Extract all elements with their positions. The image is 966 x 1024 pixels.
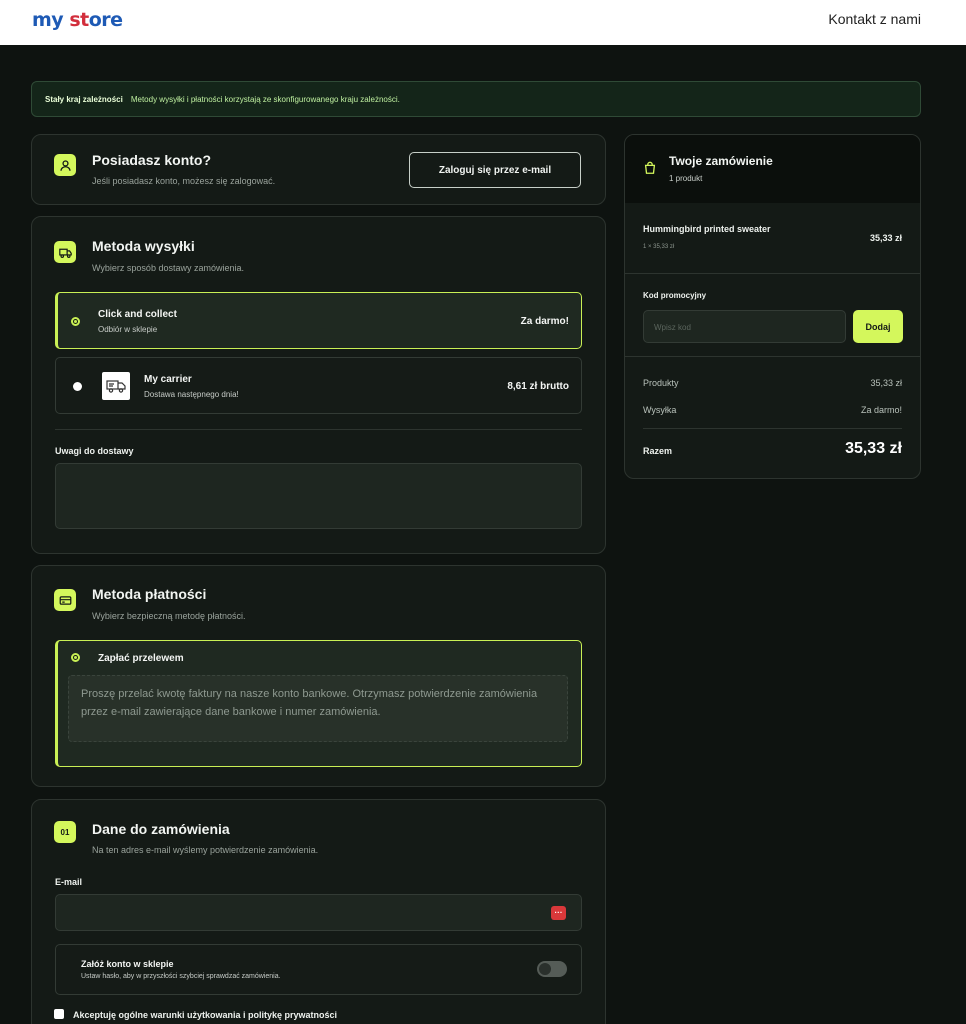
logo-part-3: ore [88, 9, 123, 31]
shipping-option-desc: Dostawa następnego dnia! [144, 390, 239, 399]
notice-title: Stały kraj zależności [45, 94, 123, 104]
logo-part-2: st [69, 9, 89, 31]
product-qty: 1 × 35,33 zł [643, 244, 675, 250]
payment-radio-transfer[interactable] [71, 653, 80, 662]
shipping-title: Metoda wysyłki [92, 238, 195, 254]
shipping-option-click-collect[interactable]: Click and collect Odbiór w sklepie Za da… [55, 292, 582, 349]
shipping-option-price: Za darmo! [520, 316, 569, 327]
shipping-option-name: Click and collect [98, 309, 177, 320]
account-title: Posiadasz konto? [92, 152, 212, 168]
product-price: 35,33 zł [869, 233, 902, 243]
shipping-option-my-carrier[interactable]: My carrier Dostawa następnego dnia! 8,61… [55, 357, 582, 414]
promo-add-button[interactable]: Dodaj [853, 310, 903, 343]
shipping-label: Wysyłka [643, 405, 677, 415]
account-subtitle: Jeśli posiadasz konto, możesz się zalogo… [92, 176, 276, 186]
summary-header: Twoje zamówienie 1 produkt [625, 135, 920, 203]
shopping-bag-icon [643, 161, 657, 175]
login-email-button[interactable]: Zaloguj się przez e-mail [409, 152, 581, 188]
shipping-option-price: 8,61 zł brutto [507, 381, 569, 392]
terms-checkbox[interactable] [54, 1009, 64, 1019]
payment-instructions: Proszę przelać kwotę faktury na nasze ko… [68, 675, 568, 742]
carrier-truck-icon [102, 372, 130, 400]
password-manager-icon[interactable]: ··· [551, 906, 566, 920]
create-account-box: Załóż konto w sklepie Ustaw hasło, aby w… [55, 944, 582, 995]
products-value: 35,33 zł [870, 378, 902, 388]
shipping-radio-my-carrier[interactable] [73, 382, 82, 391]
total-divider [643, 428, 902, 429]
delivery-notes-textarea[interactable] [55, 463, 582, 529]
shipping-value: Za darmo! [860, 405, 902, 415]
payment-option-name: Zapłać przelewem [98, 653, 184, 664]
total-value: 35,33 zł [845, 440, 902, 457]
country-notice: Stały kraj zależności Metody wysyłki i p… [31, 81, 921, 117]
order-details-subtitle: Na ten adres e-mail wyślemy potwierdzeni… [92, 845, 319, 855]
total-label: Razem [643, 446, 673, 456]
shipping-subtitle: Wybierz sposób dostawy zamówienia. [92, 263, 244, 273]
order-details-card: 01 Dane do zamówienia Na ten adres e-mai… [31, 799, 606, 1024]
promo-code-input[interactable]: Wpisz kod [643, 310, 846, 343]
terms-label: Akceptuję ogólne warunki użytkowania i p… [73, 1010, 338, 1020]
top-bar: my store Kontakt z nami [0, 0, 966, 45]
contact-link[interactable]: Kontakt z nami [828, 11, 921, 27]
store-logo[interactable]: my store [32, 9, 123, 31]
notice-text: Metody wysyłki i płatności korzystają ze… [130, 94, 400, 104]
payment-title: Metoda płatności [92, 586, 207, 602]
order-summary-card: Twoje zamówienie 1 produkt Hummingbird p… [624, 134, 921, 479]
payment-subtitle: Wybierz bezpieczną metodę płatności. [92, 611, 246, 621]
order-details-title: Dane do zamówienia [92, 821, 230, 837]
email-label: E-mail [55, 877, 83, 887]
summary-count: 1 produkt [669, 174, 703, 183]
shipping-option-name: My carrier [144, 374, 192, 385]
create-account-desc: Ustaw hasło, aby w przyszłości szybciej … [81, 973, 281, 980]
logo-part-1: my [32, 9, 64, 31]
email-field[interactable]: ··· [55, 894, 582, 931]
shipping-card: Metoda wysyłki Wybierz sposób dostawy za… [31, 216, 606, 554]
credit-card-icon [54, 589, 76, 611]
payment-card: Metoda płatności Wybierz bezpieczną meto… [31, 565, 606, 787]
user-icon [54, 154, 76, 176]
promo-label: Kod promocyjny [643, 291, 707, 300]
product-name: Hummingbird printed sweater [643, 224, 771, 234]
summary-title: Twoje zamówienie [669, 154, 773, 168]
summary-divider [625, 273, 920, 274]
create-account-title: Załóż konto w sklepie [81, 959, 174, 969]
account-card: Posiadasz konto? Jeśli posiadasz konto, … [31, 134, 606, 205]
summary-divider [625, 356, 920, 357]
delivery-notes-label: Uwagi do dostawy [55, 446, 134, 456]
payment-option-transfer[interactable]: Zapłać przelewem Proszę przelać kwotę fa… [55, 640, 582, 767]
step-number-badge: 01 [54, 821, 76, 843]
shipping-divider [55, 429, 582, 430]
truck-icon [54, 241, 76, 263]
shipping-option-desc: Odbiór w sklepie [98, 325, 158, 334]
create-account-toggle[interactable] [537, 961, 567, 977]
shipping-radio-click-collect[interactable] [71, 317, 80, 326]
products-label: Produkty [643, 378, 679, 388]
